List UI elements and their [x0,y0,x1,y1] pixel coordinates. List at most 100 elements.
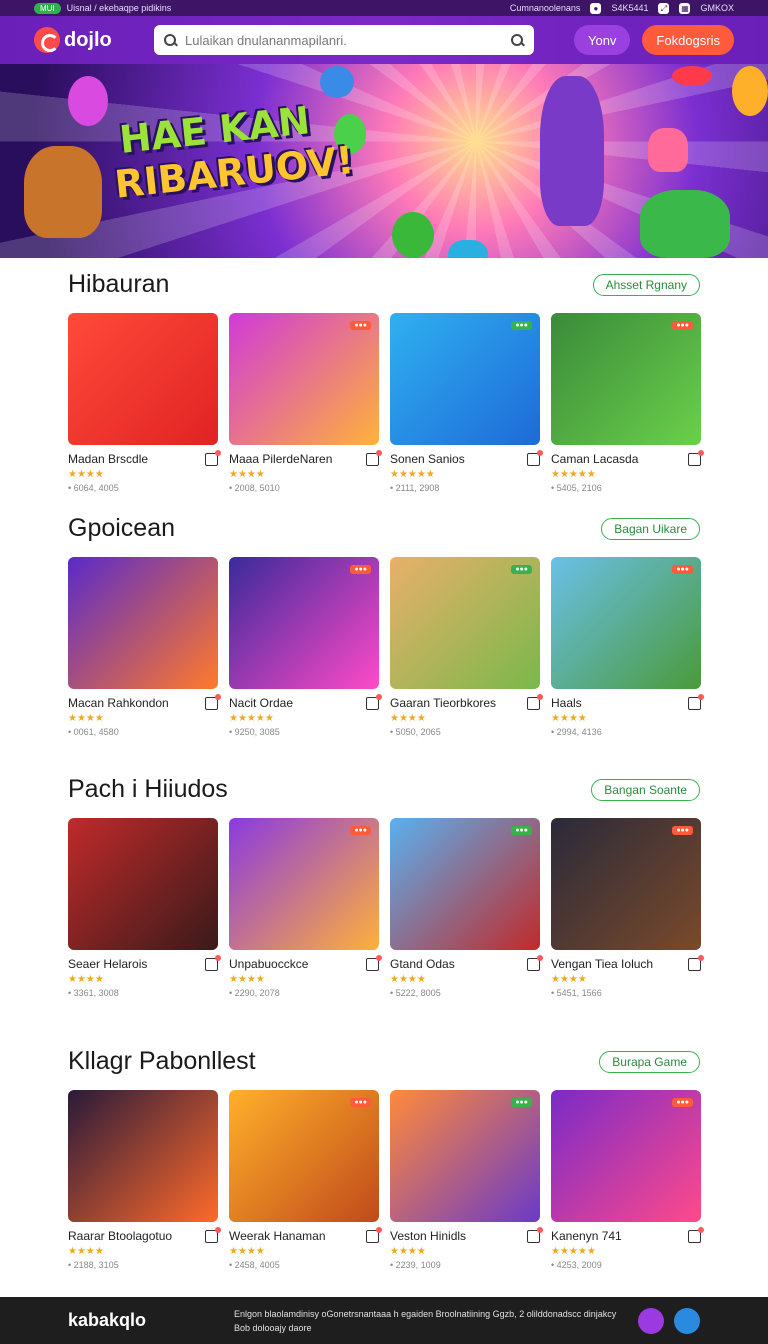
game-thumbnail[interactable]: ●●● [390,557,540,689]
game-card[interactable]: ●●● Weerak Hanaman ★★★★ • 2458, 4005 [229,1090,382,1270]
bookmark-icon[interactable] [688,449,704,466]
share-icon[interactable]: ⤢ [658,2,670,14]
game-thumbnail[interactable]: ●●● [390,313,540,445]
game-thumbnail[interactable]: ●●● [229,557,379,689]
game-thumbnail[interactable] [68,818,218,950]
game-card[interactable]: ●●● Maaa PilerdeNaren ★★★★ • 2008, 5010 [229,313,382,493]
game-card[interactable]: ●●● Veston Hinidls ★★★★ • 2239, 1009 [390,1090,543,1270]
see-all-button[interactable]: Bagan Uikare [601,517,700,540]
game-thumbnail[interactable]: ●●● [229,313,379,445]
rating-stars: ★★★★ [551,974,587,985]
top-strip-extra[interactable]: GMKOX [700,3,734,13]
rating-stars: ★★★★★ [229,713,274,724]
game-thumbnail[interactable] [68,1090,218,1222]
top-strip-right: Cumnanoolenans ● S4K5441 ⤢ ▦ GMKOX [510,2,734,14]
balloon-icon [732,66,768,116]
search-input[interactable] [185,32,503,48]
bookmark-icon[interactable] [205,449,221,466]
bookmark-icon[interactable] [688,954,704,971]
game-name[interactable]: Caman Lacasda [551,452,638,466]
game-thumbnail[interactable] [68,557,218,689]
social-icon[interactable] [674,1307,700,1334]
game-thumbnail[interactable]: ●●● [229,1090,379,1222]
game-name[interactable]: Nacit Ordae [229,696,293,710]
bookmark-icon[interactable] [205,954,221,971]
game-thumbnail[interactable]: ●●● [551,313,701,445]
bookmark-icon[interactable] [366,1226,382,1243]
secondary-button[interactable]: Yonv [573,25,631,55]
game-card[interactable]: ●●● Vengan Tiea Ioluch ★★★★ • 5451, 1566 [551,818,704,998]
see-all-button[interactable]: Ahsset Rgnany [592,273,700,296]
game-name[interactable]: Vengan Tiea Ioluch [551,957,653,971]
game-card[interactable]: ●●● Gaaran Tieorbkores ★★★★ • 5050, 2065 [390,557,543,737]
game-card[interactable]: Raarar Btoolagotuo ★★★★ • 2188, 3105 [68,1090,221,1270]
new-badge: ●●● [672,1098,693,1107]
game-name[interactable]: Haals [551,696,582,710]
game-name[interactable]: Kanenyn 741 [551,1229,622,1243]
bookmark-icon[interactable] [366,954,382,971]
see-all-button[interactable]: Burapa Game [599,1050,700,1073]
game-thumbnail[interactable]: ●●● [229,818,379,950]
bookmark-icon[interactable] [205,693,221,710]
game-name[interactable]: Gaaran Tieorbkores [390,696,496,710]
game-name[interactable]: Sonen Sanios [390,452,465,466]
game-card[interactable]: ●●● Nacit Ordae ★★★★★ • 9250, 3085 [229,557,382,737]
section-header: Gpoicean Bagan Uikare [68,514,700,543]
user-icon: ● [590,2,602,14]
game-section: Pach i Hiiudos Bangan Soante Seaer Helaroi… [0,775,768,998]
bookmark-icon[interactable] [527,954,543,971]
game-thumbnail[interactable]: ●●● [390,1090,540,1222]
game-name[interactable]: Madan Brscdle [68,452,148,466]
game-name[interactable]: Maaa PilerdeNaren [229,452,332,466]
game-name[interactable]: Raarar Btoolagotuo [68,1229,172,1243]
play-count: • 6064, 4005 [68,483,119,493]
rating-stars: ★★★★ [229,974,265,985]
game-thumbnail[interactable]: ●●● [390,818,540,950]
game-card[interactable]: ●●● Kanenyn 741 ★★★★★ • 4253, 2009 [551,1090,704,1270]
hero-character-icon [540,76,604,226]
game-name[interactable]: Weerak Hanaman [229,1229,326,1243]
hero-banner[interactable]: HAE KAN RIBARUOV! [0,64,768,258]
primary-button[interactable]: Fokdogsris [642,25,734,55]
game-thumbnail[interactable]: ●●● [551,557,701,689]
game-name[interactable]: Seaer Helarois [68,957,147,971]
game-name-row: Seaer Helarois [68,954,221,972]
game-thumbnail[interactable] [68,313,218,445]
game-card[interactable]: ●●● Haals ★★★★ • 2994, 4136 [551,557,704,737]
bookmark-icon[interactable] [527,693,543,710]
site-logo[interactable]: dojlo [34,27,154,53]
game-name[interactable]: Gtand Odas [390,957,455,971]
game-name[interactable]: Macan Rahkondon [68,696,169,710]
game-name-row: Vengan Tiea Ioluch [551,954,704,972]
game-meta: Gtand Odas ★★★★ • 5222, 8005 [390,954,543,998]
top-strip-account[interactable]: Cumnanoolenans [510,3,581,13]
game-card[interactable]: Macan Rahkondon ★★★★ • 0061, 4580 [68,557,221,737]
game-card[interactable]: ●●● Sonen Sanios ★★★★★ • 2111, 2908 [390,313,543,493]
game-card[interactable]: ●●● Gtand Odas ★★★★ • 5222, 8005 [390,818,543,998]
top-strip-text[interactable]: Uisnal / ekebaqpe pidikins [67,3,172,13]
game-card[interactable]: Madan Brscdle ★★★★ • 6064, 4005 [68,313,221,493]
bookmark-icon[interactable] [688,693,704,710]
game-card[interactable]: ●●● Unpabuocckce ★★★★ • 2290, 2078 [229,818,382,998]
bookmark-icon[interactable] [366,693,382,710]
see-all-button[interactable]: Bangan Soante [591,778,700,801]
bookmark-icon[interactable] [527,449,543,466]
section-title: Gpoicean [68,514,176,542]
game-name[interactable]: Unpabuocckce [229,957,308,971]
footer-line1: Enlgon blaolamdinisy oGonetrsnantaaa h e… [234,1308,617,1319]
game-thumbnail[interactable]: ●●● [551,818,701,950]
top-strip: MUI Uisnal / ekebaqpe pidikins Cumnanool… [0,0,768,16]
game-meta: Sonen Sanios ★★★★★ • 2111, 2908 [390,449,543,493]
bookmark-icon[interactable] [366,449,382,466]
game-name-row: Macan Rahkondon [68,693,221,711]
game-card[interactable]: Seaer Helarois ★★★★ • 3361, 3008 [68,818,221,998]
footer-logo[interactable]: kabakqlo [68,1310,168,1331]
bookmark-icon[interactable] [527,1226,543,1243]
bookmark-icon[interactable] [688,1226,704,1243]
game-card[interactable]: ●●● Caman Lacasda ★★★★★ • 5405, 2106 [551,313,704,493]
game-thumbnail[interactable]: ●●● [551,1090,701,1222]
game-name[interactable]: Veston Hinidls [390,1229,466,1243]
search-submit-icon[interactable] [511,33,524,47]
social-icon[interactable] [638,1307,664,1334]
bookmark-icon[interactable] [205,1226,221,1243]
